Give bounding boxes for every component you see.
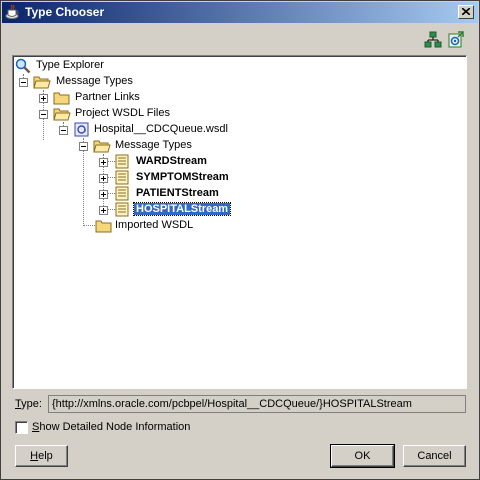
tree-label: Type Explorer bbox=[36, 59, 104, 71]
type-field: {http://xmlns.oracle.com/pcbpel/Hospital… bbox=[48, 395, 466, 413]
import-schema-button[interactable] bbox=[447, 31, 465, 49]
wsdl-file-icon bbox=[74, 122, 89, 137]
tree-node-project-wsdl-files[interactable]: Project WSDL Files bbox=[39, 106, 239, 122]
tree-node-type-explorer[interactable]: Type Explorer bbox=[15, 58, 215, 74]
tree-label: SYMPTOMStream bbox=[136, 171, 229, 183]
tree-node-stream[interactable]: SYMPTOMStream bbox=[99, 170, 299, 186]
tree-node-stream[interactable]: PATIENTStream bbox=[99, 186, 299, 202]
import-schema-icon bbox=[448, 31, 464, 48]
type-row: Type: {http://xmlns.oracle.com/pcbpel/Ho… bbox=[15, 395, 467, 413]
tree-node-wsdl-message-types[interactable]: Message Types bbox=[79, 138, 279, 154]
expand-toggle[interactable] bbox=[99, 158, 108, 167]
cancel-button[interactable]: Cancel bbox=[403, 445, 466, 467]
tree-label: WARDStream bbox=[136, 155, 207, 167]
tree-node-wsdl-file[interactable]: Hospital__CDCQueue.wsdl bbox=[59, 122, 309, 138]
magnifier-icon bbox=[15, 58, 31, 74]
hierarchy-icon bbox=[424, 31, 442, 48]
tree-label: Partner Links bbox=[75, 91, 140, 103]
type-chooser-dialog: Type Chooser Type Explorer Message Types… bbox=[0, 0, 480, 480]
folder-open-icon bbox=[93, 140, 111, 153]
folder-icon bbox=[53, 92, 70, 105]
folder-open-icon bbox=[53, 108, 71, 121]
type-label: Type: bbox=[15, 398, 42, 410]
message-type-icon bbox=[115, 186, 129, 201]
tree-label: Message Types bbox=[115, 139, 192, 151]
message-type-icon bbox=[115, 154, 129, 169]
message-type-icon bbox=[115, 202, 129, 217]
title-bar[interactable]: Type Chooser bbox=[2, 2, 478, 23]
tree-label: Project WSDL Files bbox=[75, 107, 170, 119]
tree-node-message-types[interactable]: Message Types bbox=[19, 74, 219, 90]
close-icon bbox=[462, 8, 470, 15]
hierarchy-button[interactable] bbox=[424, 31, 442, 49]
tree-label: Imported WSDL bbox=[115, 219, 194, 231]
tree-node-stream[interactable]: WARDStream bbox=[99, 154, 299, 170]
tree-node-partner-links[interactable]: Partner Links bbox=[39, 90, 239, 106]
java-cup-icon bbox=[5, 4, 19, 19]
show-detailed-node-checkbox[interactable] bbox=[15, 421, 28, 434]
collapse-toggle[interactable] bbox=[79, 142, 88, 151]
message-type-icon bbox=[115, 170, 129, 185]
expand-toggle[interactable] bbox=[99, 174, 108, 183]
tree-label: PATIENTStream bbox=[136, 187, 219, 199]
tree-label: Hospital__CDCQueue.wsdl bbox=[94, 123, 228, 135]
type-explorer-tree[interactable]: Type Explorer Message Types Partner Link… bbox=[12, 55, 467, 389]
ok-button[interactable]: OK bbox=[330, 444, 395, 468]
tree-node-imported-wsdl[interactable]: Imported WSDL bbox=[93, 218, 293, 234]
expand-toggle[interactable] bbox=[99, 206, 108, 215]
checkbox-label: Show Detailed Node Information bbox=[32, 421, 191, 433]
collapse-toggle[interactable] bbox=[39, 110, 48, 119]
tree-node-stream-selected[interactable]: HOSPITALStream bbox=[99, 202, 299, 218]
help-button[interactable]: Help bbox=[15, 445, 68, 467]
expand-toggle[interactable] bbox=[39, 94, 48, 103]
expand-toggle[interactable] bbox=[99, 190, 108, 199]
window-title: Type Chooser bbox=[25, 5, 105, 19]
folder-icon bbox=[95, 220, 112, 233]
close-button[interactable] bbox=[458, 5, 474, 19]
collapse-toggle[interactable] bbox=[59, 126, 68, 135]
collapse-toggle[interactable] bbox=[19, 78, 28, 87]
tree-label: HOSPITALStream bbox=[132, 202, 232, 216]
folder-open-icon bbox=[33, 76, 51, 89]
tree-label: Message Types bbox=[56, 75, 133, 87]
